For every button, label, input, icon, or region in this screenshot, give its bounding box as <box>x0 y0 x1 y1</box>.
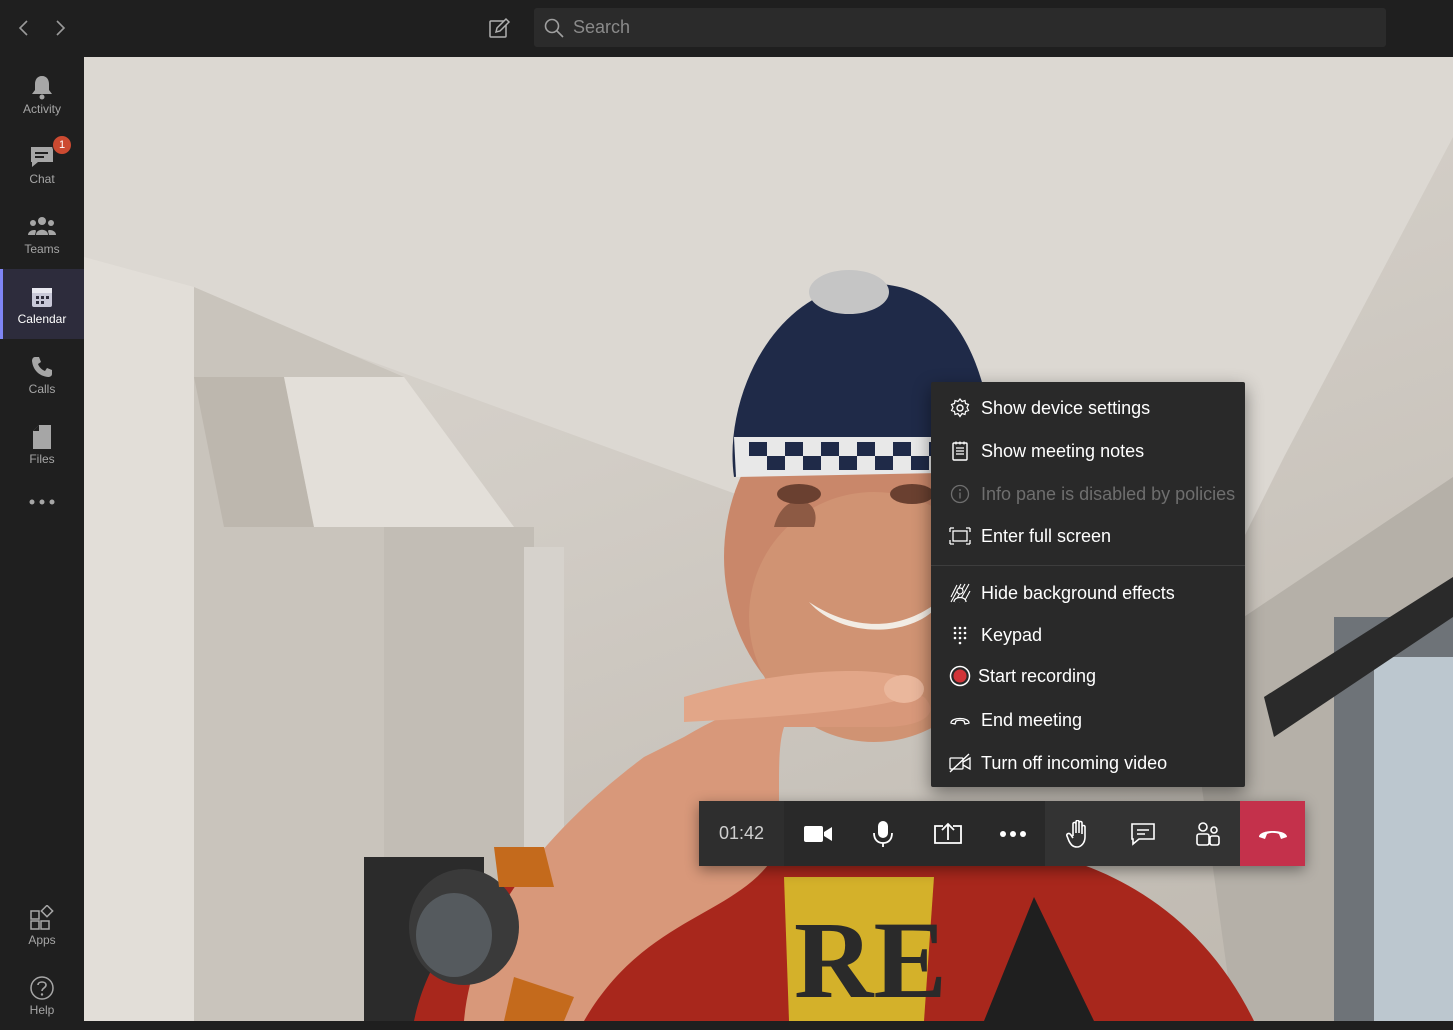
help-icon <box>30 976 54 1000</box>
rail-item-apps[interactable]: Apps <box>0 890 84 960</box>
rail-item-help[interactable]: Help <box>0 960 84 1030</box>
rail-item-activity[interactable]: Activity <box>0 59 84 129</box>
menu-divider <box>931 565 1245 566</box>
teams-icon <box>28 217 56 235</box>
menu-item-label: Show device settings <box>981 397 1151 418</box>
hang-up-button[interactable] <box>1240 801 1305 866</box>
rail-item-files[interactable]: Files <box>0 409 84 479</box>
menu-item-label: Start recording <box>978 665 1097 686</box>
rail-item-label: Apps <box>28 933 56 947</box>
rail-item-label: Help <box>29 1003 55 1017</box>
file-icon <box>33 425 51 449</box>
chat-unread-badge: 1 <box>52 135 72 155</box>
search-icon <box>544 18 564 38</box>
rail-item-teams[interactable]: Teams <box>0 199 84 269</box>
menu-item-device-settings[interactable]: Show device settings <box>931 387 1245 429</box>
apps-icon <box>30 905 54 930</box>
menu-item-label: Show meeting notes <box>981 440 1145 461</box>
raise-hand-icon <box>1065 819 1086 848</box>
menu-item-label: Hide background effects <box>981 582 1175 603</box>
participants-icon <box>1195 821 1220 846</box>
more-actions-icon <box>999 830 1026 837</box>
chat-icon <box>31 147 53 167</box>
phone-icon <box>32 357 52 377</box>
camera-toggle-button[interactable] <box>785 801 850 866</box>
compose-icon <box>489 17 511 38</box>
camera-icon <box>803 825 832 842</box>
back-button[interactable] <box>10 14 38 42</box>
rail-item-label: Activity <box>22 102 61 116</box>
menu-item-turn-off-incoming-video[interactable]: Turn off incoming video <box>931 742 1245 784</box>
rail-item-label: Files <box>29 452 55 466</box>
more-icon <box>29 499 55 505</box>
svg-text:RE: RE <box>794 899 947 1021</box>
rail-more-button[interactable] <box>0 477 84 527</box>
participant-video: RE <box>84 57 1453 1021</box>
call-control-bar: 01:42 <box>699 801 1305 866</box>
app-rail: Activity Chat 1 Teams Calendar Calls Fil… <box>0 57 84 1021</box>
participants-button[interactable] <box>1175 801 1240 866</box>
menu-item-label: End meeting <box>981 709 1083 730</box>
menu-item-meeting-notes[interactable]: Show meeting notes <box>931 430 1245 472</box>
rail-item-label: Teams <box>24 242 60 256</box>
background-effects-icon <box>950 583 971 603</box>
rail-item-label: Calendar <box>17 312 67 326</box>
hang-up-icon <box>1258 830 1287 839</box>
menu-item-background-effects[interactable]: Hide background effects <box>931 572 1245 614</box>
menu-item-label: Enter full screen <box>981 525 1112 546</box>
menu-item-label: Keypad <box>981 624 1043 645</box>
end-meeting-icon <box>950 717 970 725</box>
menu-item-keypad[interactable]: Keypad <box>931 614 1245 656</box>
chevron-left-icon <box>18 20 28 36</box>
search-box[interactable] <box>534 8 1386 47</box>
more-actions-menu: Show device settings Show meeting notes … <box>931 382 1245 787</box>
title-bar <box>0 0 1453 57</box>
meeting-chat-button[interactable] <box>1110 801 1175 866</box>
menu-item-end-meeting[interactable]: End meeting <box>931 699 1245 741</box>
compose-button[interactable] <box>484 14 514 44</box>
mic-toggle-button[interactable] <box>850 801 915 866</box>
menu-item-label: Turn off incoming video <box>981 752 1168 773</box>
share-screen-button[interactable] <box>915 801 980 866</box>
chevron-right-icon <box>56 20 66 36</box>
notes-icon <box>952 441 968 461</box>
more-actions-button[interactable] <box>980 801 1045 866</box>
search-input[interactable] <box>571 16 1355 39</box>
share-screen-icon <box>933 822 962 844</box>
record-icon <box>949 665 971 687</box>
microphone-icon <box>872 820 893 847</box>
call-timer: 01:42 <box>699 801 784 866</box>
gear-icon <box>950 398 970 418</box>
forward-button[interactable] <box>46 14 74 42</box>
raise-hand-button[interactable] <box>1045 801 1110 866</box>
fullscreen-icon <box>949 527 971 545</box>
menu-item-info-pane-disabled: Info pane is disabled by policies <box>931 473 1245 515</box>
menu-item-full-screen[interactable]: Enter full screen <box>931 515 1245 557</box>
rail-item-calendar[interactable]: Calendar <box>0 269 84 339</box>
rail-item-label: Chat <box>29 172 55 186</box>
video-off-icon <box>949 753 971 773</box>
rail-item-label: Calls <box>28 382 56 396</box>
calendar-icon <box>32 288 52 307</box>
info-icon <box>950 484 970 504</box>
menu-item-label: Info pane is disabled by policies <box>981 483 1236 504</box>
rail-item-calls[interactable]: Calls <box>0 339 84 409</box>
meeting-chat-icon <box>1130 822 1155 846</box>
bell-icon <box>32 76 52 100</box>
menu-item-start-recording[interactable]: Start recording <box>931 655 1245 697</box>
keypad-icon <box>953 626 967 645</box>
rail-item-chat[interactable]: Chat <box>0 129 84 199</box>
video-stage: RE Show device settings Show meeting not… <box>84 57 1453 1021</box>
